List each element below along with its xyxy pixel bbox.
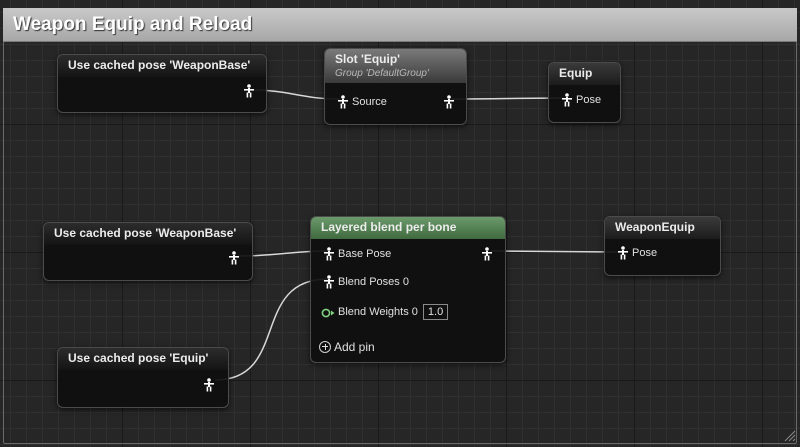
cached-pose-weaponbase-node-1[interactable]: Use cached pose 'WeaponBase' <box>57 54 267 113</box>
source-input-pin[interactable]: Source <box>337 94 387 110</box>
pose-input-pin[interactable]: Pose <box>617 245 657 261</box>
node-title: Layered blend per bone <box>311 217 505 239</box>
weaponequip-save-pose-node[interactable]: WeaponEquip Pose <box>604 216 721 276</box>
blend-weights-input-pin[interactable]: Blend Weights 0 1.0 <box>321 304 449 321</box>
pin-label: Pose <box>576 94 602 107</box>
pose-figure-icon <box>617 246 629 260</box>
pose-output-pin[interactable] <box>243 83 255 99</box>
blend-weight-value-field[interactable]: 1.0 <box>422 304 449 321</box>
anim-graph-canvas[interactable]: Weapon Equip and Reload Use cached pose … <box>0 0 800 447</box>
pose-output-pin[interactable] <box>443 94 455 110</box>
node-title: WeaponEquip <box>605 217 720 239</box>
pin-label: Base Pose <box>338 248 392 261</box>
add-pin-label: Add pin <box>334 339 375 354</box>
pose-figure-icon <box>323 275 335 289</box>
pin-label: Blend Weights 0 <box>338 306 418 319</box>
cached-pose-equip-node[interactable]: Use cached pose 'Equip' <box>57 347 229 408</box>
pose-figure-icon <box>203 378 215 392</box>
comment-resize-grip[interactable] <box>782 428 796 442</box>
node-header: Slot 'Equip' Group 'DefaultGroup' <box>325 49 466 83</box>
node-title: Use cached pose 'WeaponBase' <box>58 55 266 77</box>
pin-label: Source <box>352 96 387 109</box>
pose-figure-icon <box>337 95 349 109</box>
cached-pose-weaponbase-node-2[interactable]: Use cached pose 'WeaponBase' <box>43 222 253 281</box>
pose-input-pin[interactable]: Pose <box>561 92 601 108</box>
node-subtitle: Group 'DefaultGroup' <box>335 68 429 79</box>
base-pose-input-pin[interactable]: Base Pose <box>323 246 391 262</box>
layered-blend-per-bone-node[interactable]: Layered blend per bone Base Pose Blend P… <box>310 216 506 363</box>
pose-output-pin[interactable] <box>481 246 493 262</box>
pin-label: Pose <box>632 247 658 260</box>
node-title: Use cached pose 'WeaponBase' <box>44 223 252 245</box>
add-pin-button[interactable]: Add pin <box>319 338 375 354</box>
blend-poses-input-pin[interactable]: Blend Poses 0 <box>323 274 409 290</box>
float-pin-icon <box>321 307 335 318</box>
pose-output-pin[interactable] <box>203 377 215 393</box>
pose-figure-icon <box>443 95 455 109</box>
pin-label: Blend Poses 0 <box>338 276 409 289</box>
pose-figure-icon <box>481 247 493 261</box>
equip-save-pose-node[interactable]: Equip Pose <box>548 62 621 123</box>
pose-figure-icon <box>243 84 255 98</box>
pose-figure-icon <box>561 93 573 107</box>
node-title: Use cached pose 'Equip' <box>58 348 228 370</box>
node-title: Slot 'Equip' <box>335 52 401 66</box>
node-title: Equip <box>549 63 620 85</box>
pose-figure-icon <box>228 251 240 265</box>
pose-output-pin[interactable] <box>228 250 240 266</box>
pose-figure-icon <box>323 247 335 261</box>
wire-blend-to-weaponequip[interactable] <box>490 250 623 253</box>
slot-equip-node[interactable]: Slot 'Equip' Group 'DefaultGroup' Source <box>324 48 467 125</box>
add-pin-icon <box>319 340 331 353</box>
